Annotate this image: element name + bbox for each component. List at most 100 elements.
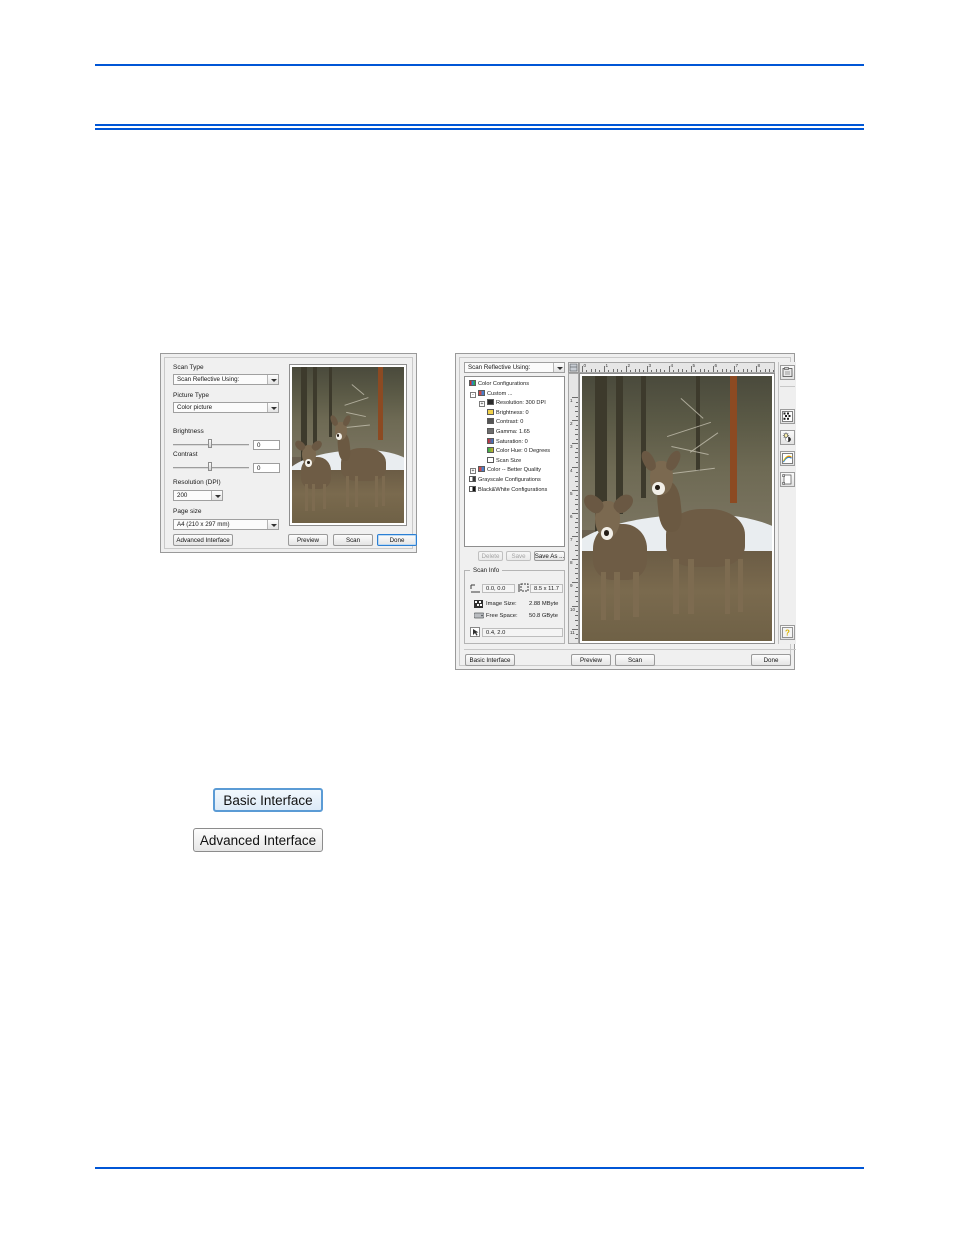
tree-item[interactable]: Saturation: 0 [467, 437, 562, 448]
basic-preview-image[interactable] [292, 367, 404, 523]
ruler-tick-label: 5 [692, 363, 696, 368]
tree-item[interactable]: Brightness: 0 [467, 408, 562, 419]
ruler-tick-label: 11 [570, 630, 575, 635]
tree-item[interactable]: + Resolution: 300 DPI [467, 399, 562, 409]
collapse-icon[interactable]: - [470, 391, 476, 398]
advanced-preview-image[interactable] [582, 376, 772, 641]
ruler-minor-tick [575, 643, 578, 644]
deer-nose [603, 529, 610, 536]
chevron-down-icon[interactable] [211, 491, 222, 500]
preview-button[interactable]: Preview [571, 654, 611, 666]
ruler-tick-label: 7 [570, 537, 573, 542]
deer-leg [345, 476, 349, 508]
deer-leg [614, 572, 620, 620]
scan-source-combo[interactable]: Scan Reflective Using: [464, 362, 565, 373]
bw-icon [469, 485, 476, 492]
chevron-down-icon[interactable] [267, 520, 278, 529]
tree-item[interactable]: Scan Size [467, 456, 562, 467]
utility-pole [730, 376, 738, 504]
advanced-interface-callout-button[interactable]: Advanced Interface [193, 828, 323, 852]
tree-item[interactable]: Color Hue: 0 Degrees [467, 447, 562, 457]
picture-type-combo[interactable]: Color picture [173, 402, 279, 413]
ruler-tick-label: 6 [570, 514, 573, 519]
brightness-icon [487, 408, 494, 415]
ruler-minor-tick [617, 369, 618, 372]
ruler-minor-tick [717, 370, 718, 372]
svg-text:?: ? [785, 628, 790, 637]
basic-interface-dialog: Scan Type Scan Reflective Using: Picture… [160, 353, 417, 553]
contrast-slider-thumb[interactable] [208, 462, 212, 471]
ruler-minor-tick [730, 370, 731, 372]
scan-button[interactable]: Scan [615, 654, 655, 666]
ruler-tick-label: 6 [714, 363, 718, 368]
tree-item[interactable]: Grayscale Configurations [467, 475, 562, 486]
page-size-combo[interactable]: A4 (210 x 297 mm) [173, 519, 279, 530]
chevron-down-icon[interactable] [267, 403, 278, 412]
ruler-tick-label: 8 [757, 363, 761, 368]
basic-interface-callout-button[interactable]: Basic Interface [213, 788, 323, 812]
ruler-minor-tick [769, 369, 770, 372]
ruler-minor-tick [591, 369, 592, 372]
image-size-label: Image Size: [486, 601, 517, 607]
picture-type-label: Picture Type [173, 392, 210, 399]
scan-button[interactable]: Scan [333, 534, 373, 546]
brightness-contrast-icon[interactable] [780, 430, 795, 445]
halftone-icon[interactable] [780, 409, 795, 424]
expand-icon[interactable]: + [470, 468, 476, 475]
ruler-minor-tick [576, 601, 578, 602]
ruler-minor-tick [595, 369, 596, 372]
ruler-minor-tick [575, 620, 578, 621]
contrast-value-field[interactable]: 0 [253, 463, 280, 473]
tree-item[interactable]: - Custom ... [467, 389, 562, 400]
deer-photo-scene [292, 367, 404, 523]
tree-item[interactable]: Contrast: 0 [467, 418, 562, 428]
free-space-icon [474, 612, 484, 619]
scan-type-label: Scan Type [173, 364, 204, 371]
configuration-tree-panel[interactable]: Color Configurations - Custom ... + Resoluti… [464, 376, 565, 547]
save-config-button[interactable]: Save [506, 551, 531, 561]
expand-icon[interactable]: + [479, 401, 485, 408]
tree-item[interactable]: Color Configurations [467, 380, 562, 390]
scan-type-value: Scan Reflective Using: [177, 376, 240, 383]
deer-leg [305, 484, 309, 511]
color-adjust-icon[interactable] [780, 451, 795, 466]
ruler-minor-tick [751, 370, 752, 372]
ruler-tick-label: 5 [570, 491, 573, 496]
scan-frame-icon[interactable] [780, 472, 795, 487]
help-icon[interactable]: ? [780, 625, 795, 640]
done-button[interactable]: Done [751, 654, 791, 666]
ruler-corner-button[interactable] [568, 362, 579, 373]
ruler-minor-tick [635, 369, 636, 372]
ruler-minor-tick [695, 370, 696, 372]
scan-type-combo[interactable]: Scan Reflective Using: [173, 374, 279, 385]
brightness-slider-thumb[interactable] [208, 439, 212, 448]
deer-leg [601, 572, 607, 620]
tree-item-label: Contrast: 0 [487, 418, 523, 428]
tree-trunk [616, 376, 623, 514]
tree-item[interactable]: Black&White Configurations [467, 485, 562, 496]
brightness-value-field[interactable]: 0 [253, 440, 280, 450]
tree-item[interactable]: Gamma: 1.65 [467, 427, 562, 438]
configuration-tree[interactable]: Color Configurations - Custom ... + Resoluti… [465, 377, 564, 498]
ruler-minor-tick [576, 472, 578, 473]
ruler-minor-tick [575, 457, 578, 458]
preview-button[interactable]: Preview [288, 534, 328, 546]
done-button[interactable]: Done [377, 534, 417, 546]
tree-item[interactable]: + Color -- Better Quality [467, 466, 562, 476]
ruler-minor-tick [575, 591, 578, 592]
ruler-minor-tick [576, 448, 578, 449]
chevron-down-icon[interactable] [267, 375, 278, 384]
chevron-down-icon[interactable] [553, 363, 564, 372]
resolution-combo[interactable]: 200 [173, 490, 223, 501]
preview-settings-icon[interactable] [780, 365, 795, 380]
ruler-minor-tick [656, 369, 657, 372]
gamma-icon [487, 427, 494, 434]
advanced-interface-button[interactable]: Advanced Interface [173, 534, 233, 546]
delete-config-button[interactable]: Delete [478, 551, 503, 561]
save-as-config-button[interactable]: Save As ... [534, 551, 565, 561]
ruler-minor-tick [576, 416, 578, 417]
contrast-icon [487, 418, 494, 425]
basic-interface-button[interactable]: Basic Interface [465, 654, 515, 666]
advanced-preview-frame [579, 373, 775, 644]
ruler-tick-label: 1 [605, 363, 609, 368]
